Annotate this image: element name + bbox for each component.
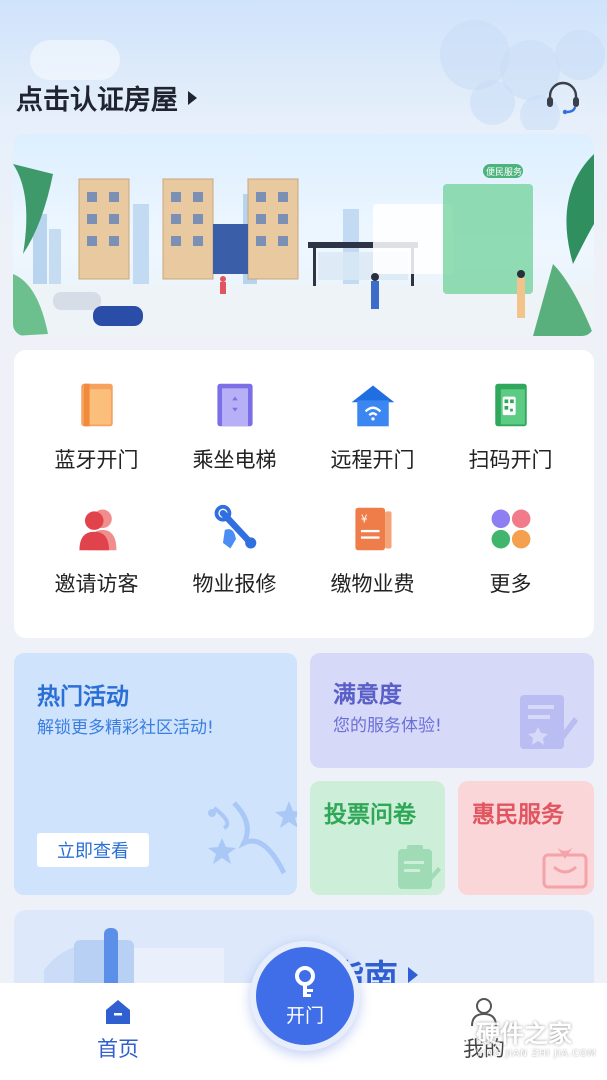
verify-house-link[interactable]: 点击认证房屋 — [16, 78, 197, 117]
more-dots-icon — [491, 509, 530, 549]
service-pay-fee[interactable]: ¥ 缴物业费 — [300, 474, 445, 598]
vote-survey-title: 投票问卷 — [324, 802, 416, 828]
satisfaction-title: 满意度 — [333, 682, 402, 708]
service-bluetooth-door[interactable]: 蓝牙开门 — [24, 350, 169, 474]
elevator-icon — [216, 383, 253, 427]
tab-home-label: 首页 — [97, 1037, 139, 1061]
service-invite-visitor[interactable]: 邀请访客 — [24, 474, 169, 598]
banner-sign-text: 便民服务 — [486, 166, 522, 178]
survey-pen-icon — [520, 695, 578, 749]
qr-door-icon — [494, 383, 527, 427]
verify-house-label: 点击认证房屋 — [16, 85, 178, 116]
community-buildings-illustration: 便民服务 — [13, 154, 594, 336]
watermark: 硬件之家 YING JIAN ZHI JIA.COM — [436, 1006, 601, 1066]
open-door-label: 开门 — [285, 1004, 324, 1027]
open-door-button[interactable]: 开门 — [250, 941, 360, 1051]
hot-activity-title: 热门活动 — [37, 684, 129, 710]
service-more[interactable]: 更多 — [438, 474, 583, 598]
repair-wrench-icon — [214, 504, 256, 549]
svg-text:¥: ¥ — [360, 515, 367, 526]
service-qr-door[interactable]: 扫码开门 — [438, 350, 583, 474]
benefit-service-tile[interactable]: 惠民服务 — [458, 781, 594, 895]
bluetooth-door-icon — [80, 383, 113, 427]
key-icon — [295, 965, 315, 997]
services-card: 蓝牙开门 乘坐电梯 远程开门 扫码开门 邀请访客 物业报修 ¥ 缴物业费 更多 — [14, 350, 594, 638]
hot-activity-subtitle: 解锁更多精彩社区活动! — [37, 718, 214, 738]
satisfaction-subtitle: 您的服务体验! — [333, 716, 442, 736]
fireworks-icon — [208, 801, 297, 875]
invite-visitor-icon — [78, 509, 116, 551]
headset-icon[interactable] — [544, 78, 582, 116]
gift-box-icon — [542, 847, 588, 889]
clipboard-icon — [398, 845, 441, 889]
watermark-main-text: 硬件之家 — [476, 1019, 572, 1048]
benefit-service-title: 惠民服务 — [472, 802, 564, 828]
service-elevator[interactable]: 乘坐电梯 — [162, 350, 307, 474]
service-remote-door[interactable]: 远程开门 — [300, 350, 445, 474]
satisfaction-tile[interactable]: 满意度 您的服务体验! — [310, 653, 594, 768]
tab-home[interactable]: 首页 — [97, 997, 139, 1063]
caret-right-icon — [408, 966, 418, 983]
banner[interactable]: 便民服务 — [13, 134, 594, 336]
remote-door-icon — [351, 385, 394, 427]
vote-survey-tile[interactable]: 投票问卷 — [310, 781, 445, 895]
service-repair[interactable]: 物业报修 — [162, 474, 307, 598]
view-now-button[interactable]: 立即查看 — [37, 833, 149, 867]
watermark-sub-text: YING JIAN ZHI JIA.COM — [476, 1048, 597, 1059]
home-icon — [106, 1000, 130, 1024]
pay-fee-icon: ¥ — [354, 507, 392, 551]
caret-right-icon — [188, 90, 197, 105]
watermark-logo-icon — [437, 1019, 469, 1053]
